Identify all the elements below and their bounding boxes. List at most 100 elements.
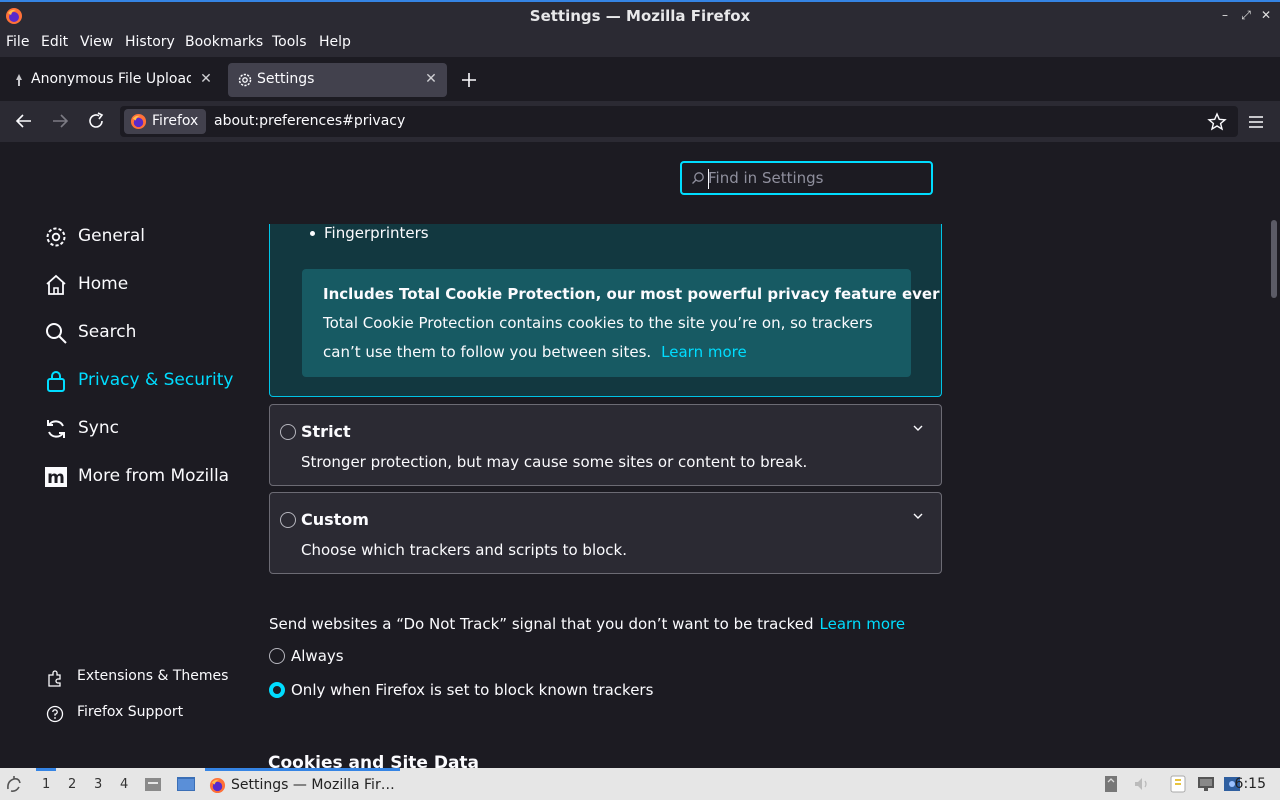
option-description: Choose which trackers and scripts to blo… — [301, 541, 627, 559]
menu-history[interactable]: History — [125, 34, 175, 50]
menu-bookmarks[interactable]: Bookmarks — [185, 34, 263, 50]
tcp-learn-more-link[interactable]: Learn more — [661, 343, 747, 361]
menu-edit[interactable]: Edit — [41, 34, 68, 50]
taskbar-firefox-item[interactable]: Settings — Mozilla Fir… — [205, 768, 400, 800]
strict-radio[interactable] — [280, 424, 296, 440]
preferences-content: Find in Settings General Home Search Pri… — [0, 142, 1280, 768]
window-title: Settings — Mozilla Firefox — [529, 7, 751, 25]
forward-arrow-icon[interactable] — [49, 110, 71, 132]
storage-icon[interactable] — [1103, 774, 1119, 794]
close-tab-icon[interactable]: ✕ — [197, 70, 215, 88]
menu-tools[interactable]: Tools — [272, 34, 307, 50]
restore-icon[interactable]: ⤢ — [1239, 8, 1253, 22]
dnt-option-label: Only when Firefox is set to block known … — [291, 681, 654, 699]
custom-option-box[interactable]: Custom Choose which trackers and scripts… — [269, 492, 942, 574]
tcp-title: Includes Total Cookie Protection, our mo… — [323, 285, 940, 303]
active-workspace-indicator — [36, 768, 56, 771]
desktop-icon[interactable] — [176, 776, 196, 792]
tcp-body-line2: can’t use them to follow you between sit… — [323, 343, 747, 361]
footer-label: Extensions & Themes — [77, 668, 229, 684]
option-title: Strict — [301, 422, 351, 441]
category-label: Privacy & Security — [78, 370, 234, 390]
custom-radio[interactable] — [280, 512, 296, 528]
firefox-icon — [209, 777, 226, 794]
home-icon — [46, 274, 66, 295]
identity-box[interactable]: Firefox — [124, 109, 206, 134]
category-label: Search — [78, 322, 137, 342]
puzzle-icon — [48, 670, 61, 687]
tab-strip: Anonymous File Upload - ✕ Settings ✕ — [0, 57, 1280, 101]
new-tab-icon[interactable] — [461, 72, 477, 88]
cookies-site-data-heading: Cookies and Site Data — [268, 753, 480, 768]
category-label: General — [78, 226, 145, 246]
scrollbar-thumb[interactable] — [1271, 220, 1277, 298]
standard-protection-box: Fingerprinters Includes Total Cookie Pro… — [269, 224, 942, 397]
gear-icon — [46, 227, 66, 247]
lock-icon — [47, 371, 65, 392]
dnt-text: Send websites a “Do Not Track” signal th… — [269, 615, 814, 633]
close-tab-icon[interactable]: ✕ — [422, 70, 440, 88]
dnt-option-label: Always — [291, 647, 344, 665]
dnt-block-known-radio[interactable] — [269, 682, 285, 698]
tracker-list-item: Fingerprinters — [324, 224, 429, 242]
workspace-4[interactable]: 4 — [120, 777, 128, 792]
chevron-down-icon[interactable] — [911, 421, 925, 435]
workspace-2[interactable]: 2 — [68, 777, 76, 792]
window-titlebar: Settings — Mozilla Firefox – ⤢ ✕ — [0, 0, 1280, 30]
svg-text:m: m — [47, 468, 65, 488]
workspace-3[interactable]: 3 — [94, 777, 102, 792]
tcp-body-text: can’t use them to follow you between sit… — [323, 343, 652, 361]
minimize-button[interactable]: – — [1218, 8, 1232, 22]
task-active-indicator — [205, 768, 400, 771]
hamburger-menu-icon[interactable] — [1247, 113, 1265, 131]
help-icon — [46, 705, 64, 723]
start-menu-icon[interactable] — [5, 775, 23, 793]
mozilla-icon: m — [45, 467, 67, 488]
menu-file[interactable]: File — [6, 34, 29, 50]
tab-anonymous-file-upload[interactable]: Anonymous File Upload - ✕ — [2, 63, 222, 97]
tab-label: Settings — [257, 71, 315, 87]
notes-icon[interactable] — [1168, 774, 1188, 794]
url-bar[interactable]: Firefox about:preferences#privacy — [120, 106, 1238, 137]
total-cookie-protection-callout: Includes Total Cookie Protection, our mo… — [302, 269, 939, 377]
back-arrow-icon[interactable] — [13, 110, 35, 132]
option-title: Custom — [301, 510, 369, 529]
do-not-track-description: Send websites a “Do Not Track” signal th… — [269, 615, 905, 633]
bullet-dot — [310, 231, 315, 236]
url-text[interactable]: about:preferences#privacy — [214, 113, 405, 129]
text-caret — [708, 169, 709, 189]
tab-settings[interactable]: Settings ✕ — [228, 63, 447, 97]
menu-help[interactable]: Help — [319, 34, 351, 50]
task-label: Settings — Mozilla Fir… — [231, 777, 395, 793]
network-icon[interactable] — [1196, 774, 1216, 794]
reload-icon[interactable] — [85, 110, 107, 132]
bookmark-star-icon[interactable] — [1207, 112, 1227, 132]
strict-option-box[interactable]: Strict Stronger protection, but may caus… — [269, 404, 942, 486]
workspace-1[interactable]: 1 — [42, 777, 50, 792]
menu-bar: File Edit View History Bookmarks Tools H… — [0, 30, 1280, 57]
identity-label: Firefox — [152, 113, 199, 129]
dnt-always-radio[interactable] — [269, 648, 285, 664]
option-description: Stronger protection, but may cause some … — [301, 453, 808, 471]
footer-label: Firefox Support — [77, 704, 184, 720]
category-label: More from Mozilla — [78, 466, 230, 486]
chevron-down-icon[interactable] — [911, 509, 925, 523]
search-icon — [46, 323, 67, 344]
volume-icon[interactable] — [1133, 776, 1151, 792]
menu-view[interactable]: View — [80, 34, 113, 50]
search-icon — [692, 172, 704, 184]
sync-icon — [47, 420, 65, 438]
clock: 6:15 — [1234, 776, 1266, 792]
gear-icon — [238, 73, 252, 87]
upload-favicon-icon — [16, 74, 22, 86]
firefox-icon — [130, 113, 147, 130]
navigation-bar: Firefox about:preferences#privacy — [0, 101, 1280, 142]
file-manager-icon[interactable] — [144, 776, 162, 792]
find-in-settings-input[interactable]: Find in Settings — [680, 161, 933, 195]
taskbar: 1 2 3 4 Settings — Mozilla Fir… 6:15 — [0, 768, 1280, 800]
tcp-body-line1: Total Cookie Protection contains cookies… — [323, 314, 873, 332]
dnt-learn-more-link[interactable]: Learn more — [820, 615, 906, 633]
close-window-button[interactable]: ✕ — [1259, 8, 1273, 22]
category-label: Sync — [78, 418, 119, 438]
search-placeholder: Find in Settings — [708, 169, 824, 187]
